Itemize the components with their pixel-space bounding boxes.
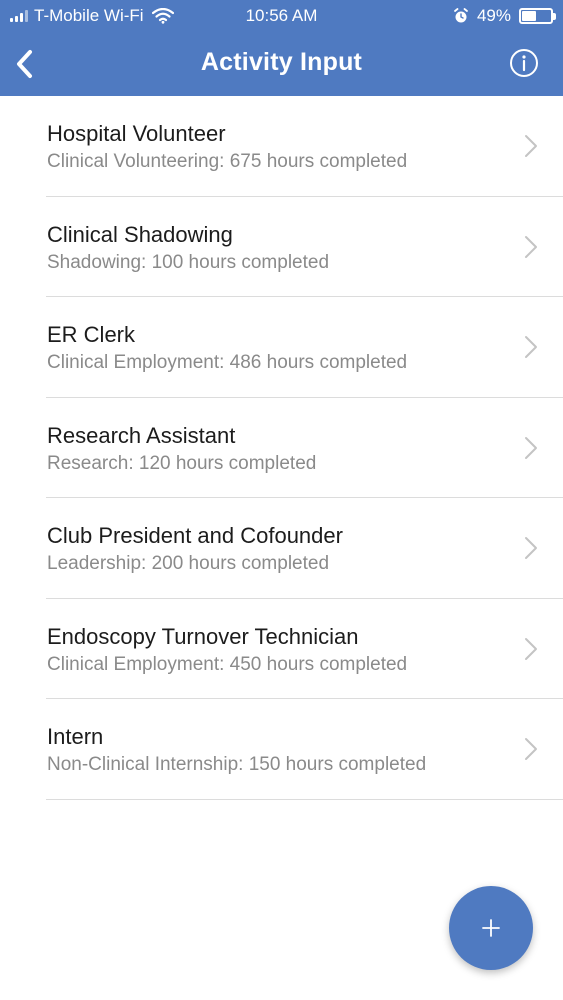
list-item[interactable]: ER Clerk Clinical Employment: 486 hours c… [46,297,563,398]
activity-subtitle: Non-Clinical Internship: 150 hours compl… [47,754,427,775]
add-activity-button[interactable] [449,886,533,970]
activity-subtitle: Clinical Employment: 486 hours completed [47,352,408,373]
nav-bar: Activity Input [0,34,563,96]
activity-subtitle: Leadership: 200 hours completed [47,553,330,574]
plus-icon [482,919,500,937]
alarm-icon [454,8,468,23]
list-item[interactable]: Endoscopy Turnover Technician Clinical Em… [46,599,563,699]
activity-subtitle: Shadowing: 100 hours completed [47,251,330,273]
activity-title: ER Clerk [47,322,136,347]
activity-subtitle: Research: 120 hours completed [47,452,317,474]
activity-list: Hospital Volunteer Clinical Volunteering:… [0,96,563,800]
activity-title: Research Assistant [47,422,236,448]
activity-subtitle: Clinical Employment: 450 hours completed [47,653,408,675]
header: T-Mobile Wi-Fi 10:56 AM 49% Activity Inp… [0,0,563,96]
list-item[interactable]: Clinical Shadowing Shadowing: 100 hours c… [46,197,563,297]
chevron-right-icon [525,235,537,258]
activity-title: Endoscopy Turnover Technician [47,623,359,649]
status-bar: T-Mobile Wi-Fi 10:56 AM 49% [0,0,563,34]
activity-title: Clinical Shadowing [47,221,233,247]
battery-icon [519,8,556,24]
battery-fill [522,11,536,21]
status-right: 49% [453,6,556,26]
battery-percent: 49% [476,6,511,25]
chevron-right-icon [525,436,537,459]
chevron-right-icon [525,637,537,660]
chevron-right-icon [525,135,537,157]
list-item[interactable]: Hospital Volunteer Clinical Volunteering:… [46,96,563,197]
chevron-right-icon [525,336,537,358]
list-item[interactable]: Club President and Cofounder Leadership: … [46,498,563,599]
list-item[interactable]: Intern Non-Clinical Internship: 150 hours… [46,699,563,800]
info-icon[interactable] [509,48,539,78]
activity-title: Hospital Volunteer [47,121,226,146]
chevron-right-icon [525,738,537,760]
activity-title: Club President and Cofounder [47,523,343,548]
chevron-right-icon [525,537,537,559]
list-item[interactable]: Research Assistant Research: 120 hours co… [46,398,563,498]
page-title: Activity Input [200,48,363,76]
activity-subtitle: Clinical Volunteering: 675 hours complet… [47,151,408,172]
activity-title: Intern [47,724,104,749]
